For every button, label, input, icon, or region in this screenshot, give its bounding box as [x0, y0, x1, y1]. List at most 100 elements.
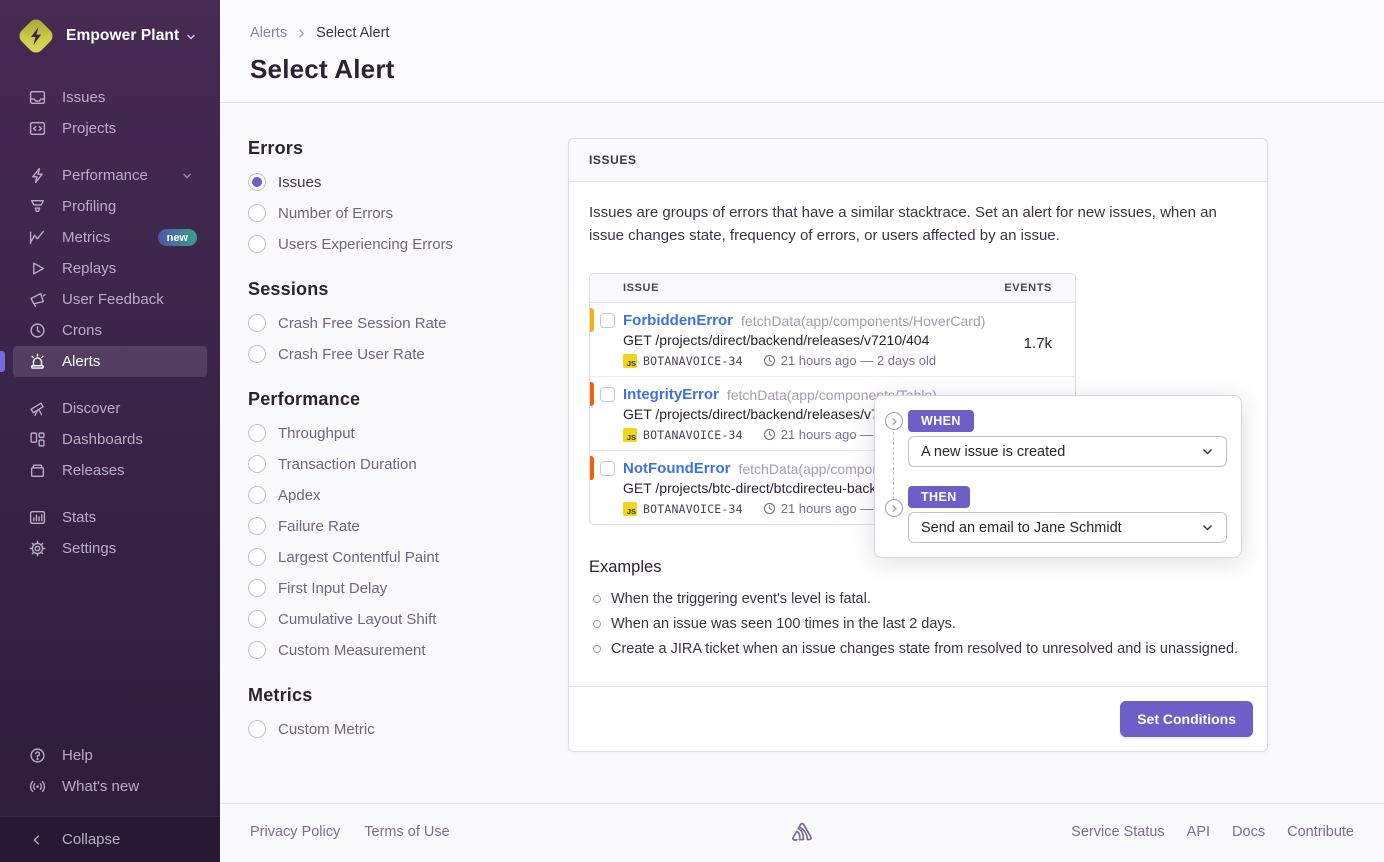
- sidebar-item-settings[interactable]: Settings: [13, 533, 207, 564]
- issue-title-link[interactable]: IntegrityError: [623, 386, 719, 403]
- examples-section: Examples When the triggering event's lev…: [589, 558, 1247, 657]
- radio-button[interactable]: [248, 345, 266, 363]
- issue-title-link[interactable]: NotFoundError: [623, 460, 730, 477]
- radio-button[interactable]: [248, 641, 266, 659]
- sidebar-item-label: What's new: [62, 778, 139, 795]
- when-condition-select[interactable]: A new issue is created: [908, 436, 1227, 467]
- javascript-platform-icon: JS: [623, 428, 637, 442]
- example-item: When the triggering event's level is fat…: [589, 591, 1247, 607]
- radio-button[interactable]: [248, 173, 266, 191]
- radio-button[interactable]: [248, 204, 266, 222]
- profiling-icon: [28, 198, 46, 216]
- sidebar-item-dashboards[interactable]: Dashboards: [13, 424, 207, 455]
- radio-failure-rate[interactable]: Failure Rate: [248, 517, 568, 535]
- breadcrumb-current: Select Alert: [316, 25, 389, 41]
- breadcrumb: Alerts Select Alert: [250, 25, 1354, 41]
- radio-button[interactable]: [248, 235, 266, 253]
- sidebar-item-replays[interactable]: Replays: [13, 253, 207, 284]
- sidebar-item-label: Performance: [62, 167, 148, 184]
- radio-first-input-delay[interactable]: First Input Delay: [248, 579, 568, 597]
- step-connector: [893, 432, 894, 500]
- radio-button[interactable]: [248, 517, 266, 535]
- sidebar: Empower Plant Issues Projects Performanc…: [0, 0, 220, 862]
- sidebar-item-stats[interactable]: Stats: [13, 502, 207, 533]
- sidebar-item-help[interactable]: Help: [13, 740, 207, 771]
- contribute-link[interactable]: Contribute: [1287, 824, 1354, 840]
- group-heading-performance: Performance: [248, 389, 568, 410]
- breadcrumb-alerts-link[interactable]: Alerts: [250, 25, 287, 41]
- radio-largest-contentful-paint[interactable]: Largest Contentful Paint: [248, 548, 568, 566]
- step-chevron-icon: [885, 499, 903, 517]
- radio-button[interactable]: [248, 548, 266, 566]
- panel-header: ISSUES: [569, 139, 1267, 182]
- radio-button[interactable]: [248, 455, 266, 473]
- sidebar-item-crons[interactable]: Crons: [13, 315, 207, 346]
- radio-button[interactable]: [248, 314, 266, 332]
- sidebar-item-label: Replays: [62, 260, 116, 277]
- performance-icon: [28, 167, 46, 185]
- sidebar-item-whats-new[interactable]: What's new: [13, 771, 207, 802]
- sidebar-item-releases[interactable]: Releases: [13, 455, 207, 486]
- row-checkbox[interactable]: [600, 387, 615, 402]
- chevron-down-icon: [181, 170, 193, 182]
- radio-button[interactable]: [248, 610, 266, 628]
- set-conditions-button[interactable]: Set Conditions: [1120, 701, 1253, 737]
- then-badge: THEN: [908, 486, 970, 508]
- radio-button[interactable]: [248, 424, 266, 442]
- sidebar-item-performance[interactable]: Performance: [13, 160, 207, 191]
- radio-button[interactable]: [248, 720, 266, 738]
- dashboards-icon: [28, 431, 46, 449]
- terms-of-use-link[interactable]: Terms of Use: [364, 824, 449, 840]
- sidebar-item-discover[interactable]: Discover: [13, 393, 207, 424]
- sidebar-collapse-button[interactable]: Collapse: [13, 824, 207, 855]
- events-count: 1.7k: [1024, 335, 1052, 352]
- sidebar-item-label: Profiling: [62, 198, 116, 215]
- radio-transaction-duration[interactable]: Transaction Duration: [248, 455, 568, 473]
- crons-icon: [28, 322, 46, 340]
- sidebar-item-projects[interactable]: Projects: [13, 113, 207, 144]
- column-header-issue: ISSUE: [623, 282, 659, 294]
- sidebar-nav: Issues Projects Performance Profiling Me…: [0, 82, 220, 580]
- level-indicator: [590, 308, 594, 332]
- radio-crash-free-session-rate[interactable]: Crash Free Session Rate: [248, 314, 568, 332]
- radio-issues[interactable]: Issues: [248, 173, 568, 191]
- radio-apdex[interactable]: Apdex: [248, 486, 568, 504]
- sidebar-item-user-feedback[interactable]: User Feedback: [13, 284, 207, 315]
- org-name: Empower Plant: [66, 27, 179, 45]
- sidebar-item-profiling[interactable]: Profiling: [13, 191, 207, 222]
- javascript-platform-icon: JS: [623, 502, 637, 516]
- row-checkbox[interactable]: [600, 461, 615, 476]
- sidebar-item-label: Issues: [62, 89, 105, 106]
- api-link[interactable]: API: [1187, 824, 1210, 840]
- docs-link[interactable]: Docs: [1232, 824, 1265, 840]
- sidebar-item-label: Crons: [62, 322, 102, 339]
- sidebar-item-label: Metrics: [62, 229, 110, 246]
- projects-icon: [28, 120, 46, 138]
- radio-crash-free-user-rate[interactable]: Crash Free User Rate: [248, 345, 568, 363]
- privacy-policy-link[interactable]: Privacy Policy: [250, 824, 340, 840]
- then-action-select[interactable]: Send an email to Jane Schmidt: [908, 512, 1227, 543]
- service-status-link[interactable]: Service Status: [1071, 824, 1165, 840]
- sidebar-item-alerts[interactable]: Alerts: [13, 346, 207, 377]
- radio-cumulative-layout-shift[interactable]: Cumulative Layout Shift: [248, 610, 568, 628]
- sidebar-item-issues[interactable]: Issues: [13, 82, 207, 113]
- issue-title-link[interactable]: ForbiddenError: [623, 312, 733, 329]
- radio-button[interactable]: [248, 486, 266, 504]
- radio-throughput[interactable]: Throughput: [248, 424, 568, 442]
- whats-new-icon: [28, 778, 46, 796]
- row-checkbox[interactable]: [600, 313, 615, 328]
- radio-users-experiencing-errors[interactable]: Users Experiencing Errors: [248, 235, 568, 253]
- releases-icon: [28, 462, 46, 480]
- page-header: Alerts Select Alert Select Alert: [220, 0, 1384, 103]
- sidebar-item-metrics[interactable]: Metrics new: [13, 222, 207, 253]
- org-logo-icon: [16, 16, 56, 56]
- radio-custom-metric[interactable]: Custom Metric: [248, 720, 568, 738]
- sidebar-item-label: Releases: [62, 462, 125, 479]
- clock-icon: [763, 428, 776, 441]
- radio-custom-measurement[interactable]: Custom Measurement: [248, 641, 568, 659]
- radio-button[interactable]: [248, 579, 266, 597]
- sidebar-item-label: Settings: [62, 540, 116, 557]
- org-switcher[interactable]: Empower Plant: [0, 0, 220, 56]
- radio-number-of-errors[interactable]: Number of Errors: [248, 204, 568, 222]
- stats-icon: [28, 509, 46, 527]
